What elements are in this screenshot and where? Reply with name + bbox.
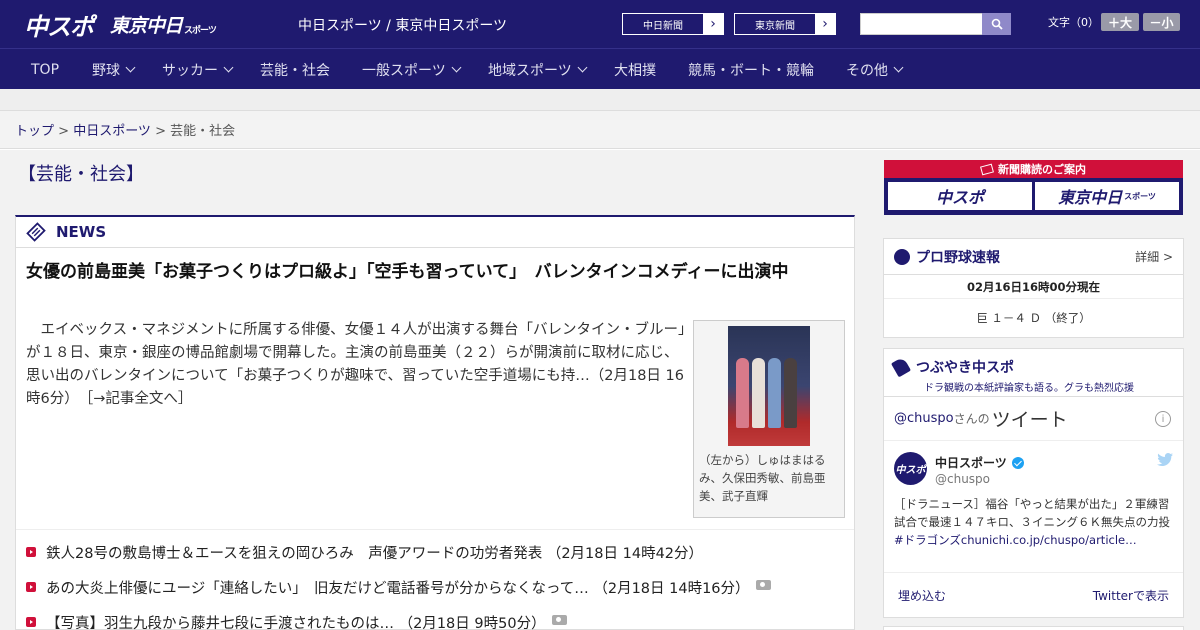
twitter-footer: 埋め込む Twitterで表示	[884, 573, 1183, 617]
nav-item-other[interactable]: その他	[846, 49, 904, 90]
nav-item-baseball[interactable]: 野球	[92, 49, 136, 90]
breadcrumb: トップ > 中日スポーツ > 芸能・社会	[15, 124, 236, 139]
nav-item-sumo[interactable]: 大相撲	[614, 49, 656, 90]
tokyo-shimbun-button[interactable]: 東京新聞 ›	[734, 13, 836, 35]
search-icon	[991, 18, 1003, 30]
list-item[interactable]: あの大炎上俳優にユージ「連絡したい」 旧友だけど電話番号が分からなくなって… （…	[26, 577, 851, 612]
tweet-text: ［ドラニュース］福谷「やっと結果が出た」２軍練習試合で最速１４７キロ、３イニング…	[894, 497, 1170, 547]
list-item[interactable]: 【写真】羽生九段から藤井七段に手渡されたものは… （2月18日 9時50分）	[26, 612, 851, 630]
header-spacer	[0, 89, 1200, 111]
score-line[interactable]: 巨 １－４ Ｄ （終了）	[884, 299, 1183, 337]
newspaper-icon	[980, 163, 994, 175]
breadcrumb-chunichi-link[interactable]: 中日スポーツ	[73, 124, 151, 139]
article-photo[interactable]	[728, 326, 810, 446]
main-nav: TOP 野球 サッカー 芸能・社会 一般スポーツ 地域スポーツ 大相撲 競馬・ボ…	[0, 48, 1200, 89]
chevron-right-icon: ›	[815, 14, 835, 34]
baseball-icon	[894, 248, 910, 265]
play-bullet-icon	[26, 617, 36, 627]
chuspo-logo[interactable]: 中スポ	[24, 8, 94, 41]
twitter-header: つぶやき中スポ ドラ観戦の本紙評論家も語る。グラも熱烈応援	[884, 349, 1183, 397]
tweet[interactable]: 中スポ 中日スポーツ @chuspo ［ドラニュース］福谷「やっと結果が出た」２…	[884, 441, 1183, 573]
chevron-down-icon	[893, 62, 904, 73]
article-headline[interactable]: 女優の前島亜美「お菓子つくりはプロ級よ」「空手も習っていて」 バレンタインコメデ…	[26, 259, 851, 285]
news-header: NEWS	[16, 217, 854, 248]
sidebar-next-box	[883, 626, 1184, 630]
list-item[interactable]: 鉄人28号の敷島博士＆エースを狙えの岡ひろみ 声優アワードの功労者発表 （2月1…	[26, 542, 851, 577]
camera-icon	[755, 580, 771, 590]
subscribe-chuspo-button[interactable]: 中スポ	[888, 182, 1032, 210]
twitter-user-link[interactable]: @chuspo	[894, 411, 954, 426]
site-names: 中日スポーツ / 東京中日スポーツ	[298, 18, 508, 34]
read-more-link[interactable]: ［→記事全文へ］	[86, 391, 192, 407]
chevron-down-icon	[223, 62, 234, 73]
font-smaller-button[interactable]: －小	[1143, 13, 1180, 31]
megaphone-icon	[890, 356, 912, 378]
nav-item-racing[interactable]: 競馬・ボート・競輪	[688, 49, 814, 90]
tweet-author-name[interactable]: 中日スポーツ	[935, 454, 1024, 471]
news-label: NEWS	[56, 223, 107, 241]
nav-item-general-sports[interactable]: 一般スポーツ	[362, 49, 462, 90]
avatar[interactable]: 中スポ	[894, 452, 927, 485]
news-list: 鉄人28号の敷島博士＆エースを狙えの岡ひろみ 声優アワードの功労者発表 （2月1…	[26, 542, 851, 630]
view-on-twitter-link[interactable]: Twitterで表示	[1093, 587, 1169, 604]
page-title: 【芸能・社会】	[18, 164, 144, 185]
article-photo-box: （左から）しゅはまはるみ、久保田秀敏、前島亜美、武子直輝	[693, 320, 845, 518]
nav-item-local-sports[interactable]: 地域スポーツ	[488, 49, 588, 90]
tweet-link[interactable]: #ドラゴンズchunichi.co.jp/chuspo/article…	[894, 533, 1137, 547]
tokyo-chunichi-logo[interactable]: 東京中日 スポーツ	[110, 8, 217, 40]
chevron-down-icon	[125, 62, 136, 73]
nav-item-entertainment[interactable]: 芸能・社会	[260, 49, 330, 90]
play-bullet-icon	[26, 547, 36, 557]
font-bigger-button[interactable]: ＋大	[1101, 13, 1139, 31]
tweet-author-handle[interactable]: @chuspo	[935, 472, 990, 486]
news-panel: NEWS 女優の前島亜美「お菓子つくりはプロ級よ」「空手も習っていて」 バレンタ…	[15, 215, 855, 630]
verified-icon	[1011, 456, 1024, 469]
chevron-down-icon	[451, 62, 462, 73]
subscription-banner: 新聞購読のご案内 中スポ 東京中日 スポーツ	[884, 160, 1183, 215]
twitter-timeline-title: @chuspo さんの ツイート i	[884, 397, 1183, 441]
nav-item-soccer[interactable]: サッカー	[162, 49, 234, 90]
baseball-header: プロ野球速報 詳細 >	[884, 239, 1183, 275]
twitter-box: つぶやき中スポ ドラ観戦の本紙評論家も語る。グラも熱烈応援 @chuspo さんの…	[883, 348, 1184, 618]
score-date: 02月16日16時00分現在	[884, 275, 1183, 299]
subscription-title: 新聞購読のご案内	[884, 160, 1183, 178]
baseball-details-link[interactable]: 詳細 >	[1135, 248, 1173, 265]
camera-icon	[551, 615, 567, 625]
search-input[interactable]	[860, 13, 984, 35]
divider	[16, 529, 854, 530]
chevron-right-icon: ›	[703, 14, 723, 34]
baseball-scores-box: プロ野球速報 詳細 > 02月16日16時00分現在 巨 １－４ Ｄ （終了）	[883, 238, 1184, 338]
chunichi-shimbun-button[interactable]: 中日新聞 ›	[622, 13, 724, 35]
breadcrumb-current: 芸能・社会	[170, 124, 236, 139]
chevron-down-icon	[577, 62, 588, 73]
embed-link[interactable]: 埋め込む	[898, 587, 946, 604]
twitter-bird-icon[interactable]	[1157, 453, 1173, 470]
site-header: 中スポ 東京中日 スポーツ 中日スポーツ / 東京中日スポーツ 中日新聞 › 東京…	[0, 0, 1200, 48]
nav-item-top[interactable]: TOP	[31, 49, 59, 90]
newspaper-icon	[26, 222, 46, 242]
play-bullet-icon	[26, 582, 36, 592]
article-summary: エイベックス・マネジメントに所属する俳優、女優１４人が出演する舞台「バレンタイン…	[26, 322, 686, 407]
search-button[interactable]	[982, 13, 1011, 35]
photo-caption: （左から）しゅはまはるみ、久保田秀敏、前島亜美、武子直輝	[699, 453, 826, 503]
font-size-label: 文字（0）	[1048, 16, 1099, 29]
info-icon[interactable]: i	[1155, 411, 1171, 427]
subscribe-tokyo-button[interactable]: 東京中日 スポーツ	[1035, 182, 1179, 210]
breadcrumb-top-link[interactable]: トップ	[15, 124, 54, 139]
